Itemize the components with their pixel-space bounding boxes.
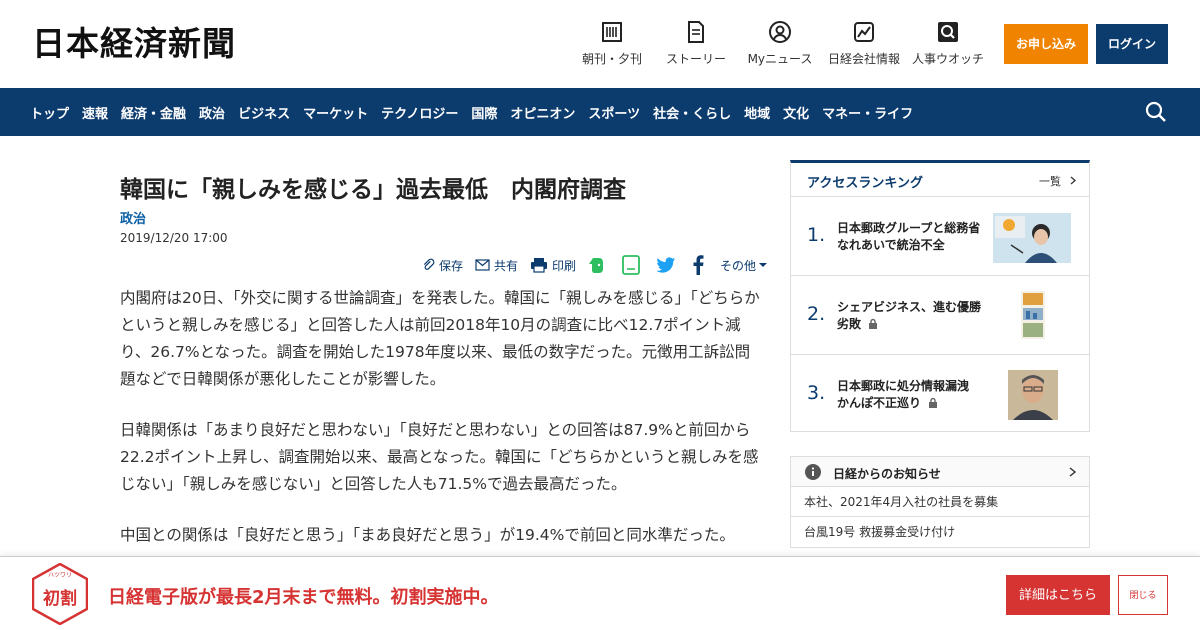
ranking-item[interactable]: 3. 日本郵政に処分情報漏洩 かんぽ不正巡り xyxy=(791,356,1089,434)
header-nav-label: 朝刊・夕刊 xyxy=(581,52,642,66)
bookmark-share-button[interactable] xyxy=(622,255,644,275)
promo-banner: ハツワリ 初割 日経電子版が最長2月末まで無料。初割実施中。 詳細はこちら 閉じ… xyxy=(0,556,1200,630)
chart-icon xyxy=(854,22,874,42)
user-icon xyxy=(769,21,791,43)
ranking-thumbnail xyxy=(1021,291,1045,339)
header-nav-personnel-watch[interactable]: 人事ウオッチ xyxy=(910,20,986,67)
ranking-item[interactable]: 2. シェアビジネス、進む優勝劣敗 xyxy=(791,277,1089,355)
header-nav-label: Myニュース xyxy=(747,52,813,66)
nav-item-politics[interactable]: 政治 xyxy=(199,103,225,122)
header-nav-print-edition[interactable]: 朝刊・夕刊 xyxy=(578,20,646,67)
twitter-icon xyxy=(656,256,676,273)
nav-item-society[interactable]: 社会・くらし xyxy=(653,103,731,122)
document-icon xyxy=(688,21,704,43)
nav-item-money-life[interactable]: マネー・ライフ xyxy=(822,103,913,122)
article-paragraph: 日韓関係は「あまり良好だと思わない」「良好だと思わない」との回答は87.9%と前… xyxy=(120,421,759,493)
ranking-all-link[interactable]: 一覧 xyxy=(1039,173,1076,189)
notice-title: 日経からのお知らせ xyxy=(833,467,941,481)
print-label: 印刷 xyxy=(552,258,577,273)
nav-item-breaking[interactable]: 速報 xyxy=(82,103,108,122)
promo-text: 日経電子版が最長2月末まで無料。初割実施中。 xyxy=(108,587,499,608)
lock-icon xyxy=(929,397,938,408)
nav-item-international[interactable]: 国際 xyxy=(471,103,497,122)
share-label: 共有 xyxy=(494,258,519,273)
nav-item-technology[interactable]: テクノロジー xyxy=(381,103,458,122)
nav-item-opinion[interactable]: オピニオン xyxy=(510,103,575,122)
facebook-share-button[interactable] xyxy=(692,255,708,275)
evernote-share-button[interactable] xyxy=(588,256,610,274)
ranking-thumbnail xyxy=(993,213,1071,263)
header-nav-label: 日経会社情報 xyxy=(827,52,900,66)
article-toolbar: 保存 共有 印刷 その他 xyxy=(422,254,779,276)
evernote-icon xyxy=(589,258,604,273)
chevron-right-icon xyxy=(1069,467,1076,477)
article-category-link[interactable]: 政治 xyxy=(120,208,146,227)
chevron-right-icon xyxy=(1070,176,1076,185)
ranking-item[interactable]: 1. 日本郵政グループと総務省 なれあいで統治不全 xyxy=(791,198,1089,276)
site-header: 日本経済新聞 朝刊・夕刊 ストーリー Myニュース 日経会社情報 人事ウオッチ … xyxy=(0,0,1200,88)
site-logo[interactable]: 日本経済新聞 xyxy=(32,24,236,64)
ranking-number: 1. xyxy=(807,224,826,246)
mail-icon xyxy=(475,259,490,271)
print-button[interactable]: 印刷 xyxy=(530,257,576,274)
printer-icon xyxy=(531,258,548,273)
article-title: 韓国に「親しみを感じる」過去最低 内閣府調査 xyxy=(120,177,626,203)
ranking-headline: 日本郵政グループと総務省 なれあいで統治不全 xyxy=(837,221,993,252)
bookmark-icon xyxy=(622,255,640,275)
header-nav-company-info[interactable]: 日経会社情報 xyxy=(826,20,902,67)
badge-text: 初割 xyxy=(43,588,77,609)
header-nav-label: 人事ウオッチ xyxy=(911,52,984,66)
article-paragraph: 中国との関係は「良好だと思う」「まあ良好だと思う」が19.4%で前回と同水準だっ… xyxy=(120,526,735,544)
ranking-headline-text: 日本郵政に処分情報漏洩 かんぽ不正巡り xyxy=(837,379,970,410)
promo-close-button[interactable]: 閉じる xyxy=(1118,575,1168,615)
main-navigation: トップ 速報 経済・金融 政治 ビジネス マーケット テクノロジー 国際 オピニ… xyxy=(0,88,1200,136)
notice-item[interactable]: 台風19号 救援募金受け付け xyxy=(791,517,1089,547)
notice-item[interactable]: 本社、2021年4月入社の社員を募集 xyxy=(791,487,1089,517)
ranking-header: アクセスランキング 一覧 xyxy=(791,163,1089,197)
nav-list: トップ 速報 経済・金融 政治 ビジネス マーケット テクノロジー 国際 オピニ… xyxy=(30,88,926,136)
newspaper-icon xyxy=(602,22,622,42)
header-nav-label: ストーリー xyxy=(665,52,726,66)
ranking-headline-text: シェアビジネス、進む優勝劣敗 xyxy=(837,300,982,331)
more-share-dropdown[interactable]: その他 xyxy=(720,257,768,274)
nav-item-economy[interactable]: 経済・金融 xyxy=(121,103,186,122)
ranking-number: 2. xyxy=(807,303,826,325)
facebook-icon xyxy=(693,255,704,275)
twitter-share-button[interactable] xyxy=(656,256,680,274)
search-icon[interactable] xyxy=(1144,100,1168,124)
nikkei-notice-panel: 日経からのお知らせ 本社、2021年4月入社の社員を募集 台風19号 救援募金受… xyxy=(790,456,1090,548)
search-person-icon xyxy=(938,22,958,42)
paperclip-icon xyxy=(423,258,435,270)
nav-item-market[interactable]: マーケット xyxy=(303,103,368,122)
nav-item-business[interactable]: ビジネス xyxy=(238,103,290,122)
nav-item-culture[interactable]: 文化 xyxy=(783,103,809,122)
nav-item-top[interactable]: トップ xyxy=(30,103,69,122)
nav-item-regional[interactable]: 地域 xyxy=(744,103,770,122)
ranking-headline: 日本郵政に処分情報漏洩 かんぽ不正巡り xyxy=(837,378,983,412)
nav-item-sports[interactable]: スポーツ xyxy=(588,103,640,122)
article-paragraph: 内閣府は20日、「外交に関する世論調査」を発表した。韓国に「親しみを感じる」「ど… xyxy=(120,289,760,388)
save-label: 保存 xyxy=(439,258,464,273)
ranking-number: 3. xyxy=(807,382,826,404)
info-icon xyxy=(805,464,821,480)
share-button[interactable]: 共有 xyxy=(475,257,518,274)
save-button[interactable]: 保存 xyxy=(422,257,463,274)
apply-button[interactable]: お申し込み xyxy=(1004,24,1088,64)
hatsuwari-badge: ハツワリ 初割 xyxy=(32,563,88,625)
caret-down-icon xyxy=(759,263,768,267)
access-ranking-panel: アクセスランキング 一覧 1. 日本郵政グループと総務省 なれあいで統治不全 2… xyxy=(790,160,1090,432)
promo-detail-button[interactable]: 詳細はこちら xyxy=(1006,575,1110,615)
ranking-all-label: 一覧 xyxy=(1039,175,1061,188)
header-nav-my-news[interactable]: Myニュース xyxy=(744,20,816,67)
ranking-thumbnail xyxy=(1008,370,1058,420)
article-date: 2019/12/20 17:00 xyxy=(120,231,228,245)
notice-header[interactable]: 日経からのお知らせ xyxy=(791,457,1089,487)
header-nav-story[interactable]: ストーリー xyxy=(662,20,730,67)
ranking-title: アクセスランキング xyxy=(807,176,923,191)
login-button[interactable]: ログイン xyxy=(1096,24,1168,64)
lock-icon xyxy=(869,318,878,329)
ranking-headline: シェアビジネス、進む優勝劣敗 xyxy=(837,299,983,333)
badge-ruby: ハツワリ xyxy=(48,572,72,579)
more-label: その他 xyxy=(720,258,757,273)
